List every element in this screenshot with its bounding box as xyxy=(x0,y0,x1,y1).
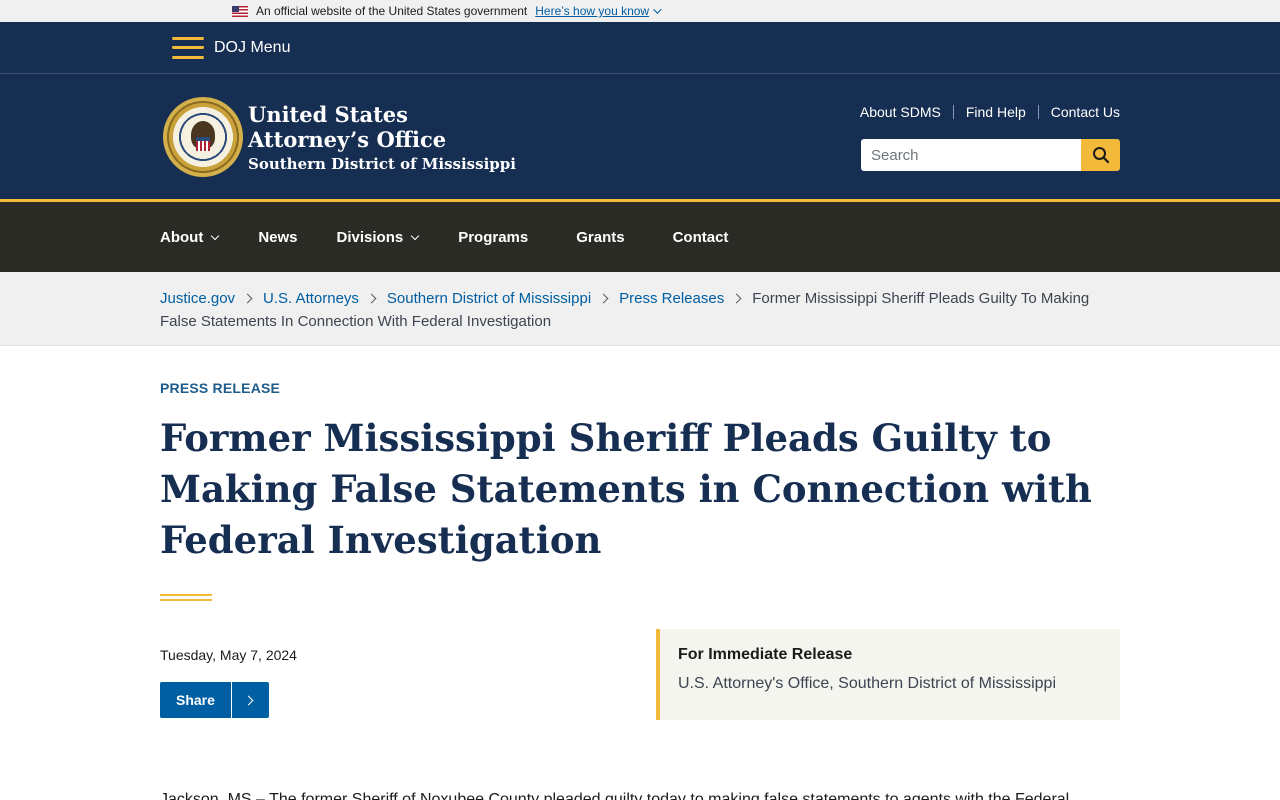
chevron-down-icon xyxy=(410,231,420,241)
doj-seal-logo[interactable] xyxy=(163,97,243,177)
article-meta: Tuesday, May 7, 2024 Share For Immediate… xyxy=(160,629,1120,779)
gov-banner: An official website of the United States… xyxy=(0,0,1280,22)
article-body-first-line: Jackson, MS – The former Sheriff of Noxu… xyxy=(160,791,1070,800)
breadcrumb-sdms[interactable]: Southern District of Mississippi xyxy=(387,290,591,307)
chevron-right-icon xyxy=(242,293,253,304)
gov-banner-text: An official website of the United States… xyxy=(256,4,528,18)
nav-news[interactable]: News xyxy=(258,229,297,246)
search-form xyxy=(861,139,1120,171)
chevron-right-icon xyxy=(232,695,269,705)
nav-programs-label: Programs xyxy=(458,228,529,246)
nav-programs[interactable]: Programs xyxy=(458,229,528,246)
main-content: PRESS RELEASE Former Mississippi Sheriff… xyxy=(0,380,1280,800)
breadcrumb-us-attorneys[interactable]: U.S. Attorneys xyxy=(263,290,359,307)
us-flag-icon xyxy=(232,5,248,17)
chevron-right-icon xyxy=(598,293,609,304)
nav-divisions-label: Divisions xyxy=(336,228,404,246)
brand-line-2: Attorney’s Office xyxy=(248,127,447,152)
nav-grants[interactable]: Grants xyxy=(576,229,624,246)
brand-line-1: United States xyxy=(248,102,408,127)
breadcrumb-press-releases[interactable]: Press Releases xyxy=(619,290,724,307)
search-input[interactable] xyxy=(861,139,1081,171)
release-box-title: For Immediate Release xyxy=(678,646,853,663)
chevron-right-icon xyxy=(731,293,742,304)
chevron-down-icon xyxy=(211,231,220,241)
nav-news-label: News xyxy=(258,228,298,246)
release-date: Tuesday, May 7, 2024 xyxy=(160,647,297,663)
breadcrumb: Justice.gov U.S. Attorneys Southern Distri… xyxy=(0,272,1280,346)
nav-about[interactable]: About xyxy=(160,228,220,246)
release-box-office: U.S. Attorney's Office, Southern Distric… xyxy=(678,675,1056,692)
page-title: Former Mississippi Sheriff Pleads Guilty… xyxy=(160,416,1092,562)
hamburger-icon xyxy=(172,36,204,59)
site-header: United States Attorney’s Office Southern… xyxy=(0,74,1280,199)
share-button[interactable]: Share xyxy=(160,682,269,718)
divider xyxy=(1037,105,1039,119)
primary-nav: About News Divisions Programs Grants Con… xyxy=(0,199,1280,272)
nav-divisions[interactable]: Divisions xyxy=(336,228,420,246)
contact-us-link[interactable]: Contact Us xyxy=(1051,104,1120,120)
doj-menu-button[interactable]: DOJ Menu xyxy=(172,36,291,59)
find-help-link[interactable]: Find Help xyxy=(966,104,1026,120)
menu-bar: DOJ Menu xyxy=(0,22,1280,74)
site-brand[interactable]: United States Attorney’s Office Southern… xyxy=(248,102,516,176)
heres-how-you-know-link[interactable]: Here’s how you know xyxy=(535,4,662,18)
divider xyxy=(952,105,954,119)
chevron-right-icon xyxy=(366,293,377,304)
brand-line-3: Southern District of Mississippi xyxy=(248,155,516,173)
utility-links: About SDMS Find Help Contact Us xyxy=(860,104,1120,120)
press-release-eyebrow: PRESS RELEASE xyxy=(160,380,281,396)
breadcrumb-justice-gov[interactable]: Justice.gov xyxy=(160,290,235,307)
release-info-box: For Immediate Release U.S. Attorney's Of… xyxy=(656,629,1120,720)
heres-how-you-know-label: Here’s how you know xyxy=(535,4,650,18)
nav-about-label: About xyxy=(160,228,204,246)
search-button[interactable] xyxy=(1081,139,1120,171)
title-divider xyxy=(160,594,212,601)
about-sdms-link[interactable]: About SDMS xyxy=(860,104,941,120)
chevron-down-icon xyxy=(653,5,662,14)
nav-contact-label: Contact xyxy=(672,228,729,246)
doj-menu-label: DOJ Menu xyxy=(214,38,291,56)
search-icon xyxy=(1092,147,1109,164)
nav-contact[interactable]: Contact xyxy=(673,229,729,246)
nav-grants-label: Grants xyxy=(576,228,625,246)
share-label: Share xyxy=(160,682,232,718)
